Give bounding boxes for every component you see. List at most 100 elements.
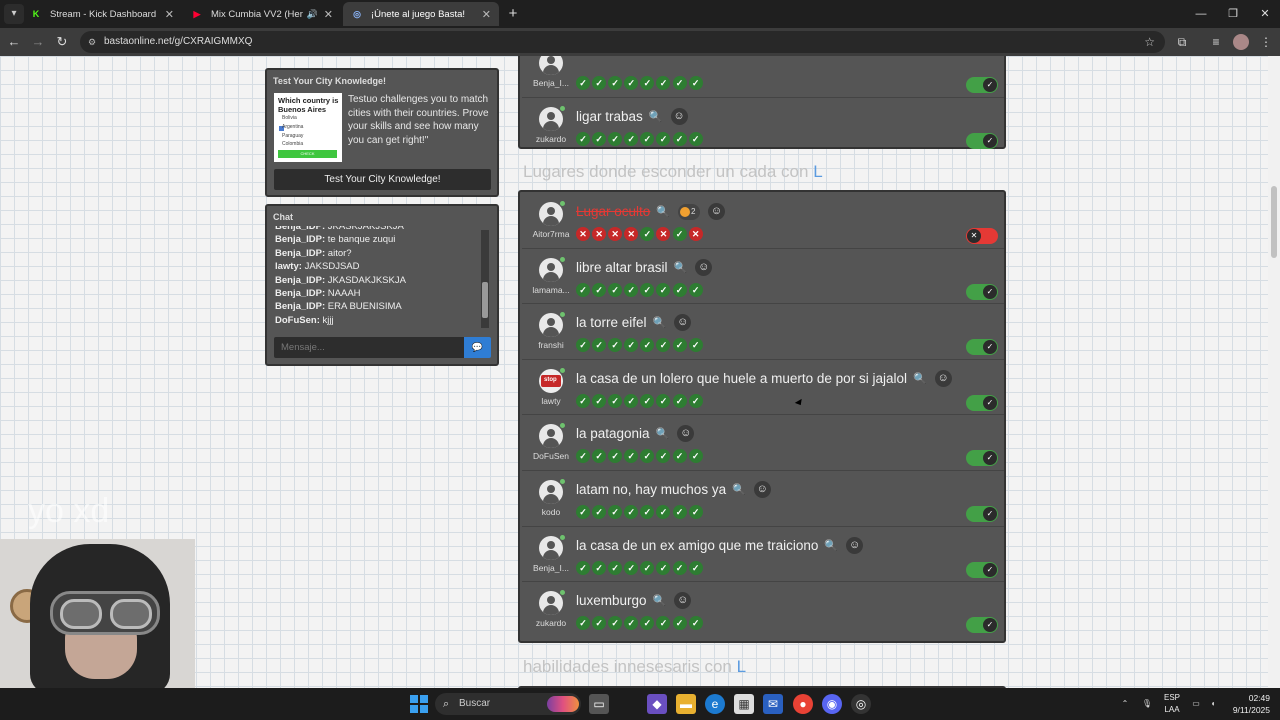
reload-icon[interactable]: ↻ <box>52 32 72 52</box>
validity-toggle[interactable]: ✕ <box>966 228 998 244</box>
tab-close-icon[interactable]: ✕ <box>482 8 491 21</box>
avatar <box>539 591 563 616</box>
bookmark-star-icon[interactable]: ☆ <box>1144 31 1155 53</box>
validity-toggle[interactable]: ✓ <box>966 132 998 149</box>
back-icon[interactable]: ← <box>4 32 24 52</box>
chrome-icon[interactable]: ● <box>793 694 813 714</box>
edge-icon[interactable]: e <box>705 694 725 714</box>
taskbar-search[interactable]: ⌕ Buscar <box>435 693 581 715</box>
browser-menu-icon[interactable]: ⋮ <box>1256 32 1276 52</box>
check-icon: ✓ <box>983 507 997 521</box>
validity-toggle[interactable]: ✓ <box>966 561 998 578</box>
tab-close-icon[interactable]: ✕ <box>324 8 333 21</box>
search-icon[interactable]: 🔍 <box>824 539 838 552</box>
emoji-react-icon[interactable]: ☺ <box>674 592 692 610</box>
validity-toggle[interactable]: ✓ <box>966 339 998 356</box>
vote-approve-icon: ✓ <box>640 505 655 519</box>
validity-toggle[interactable]: ✓ <box>966 394 998 411</box>
task-view-icon[interactable]: ▭ <box>589 694 609 714</box>
url-bar[interactable]: ⚙ bastaonline.net/g/CXRAIGMMXQ ☆ <box>80 31 1165 53</box>
vote-approve-icon: ✓ <box>640 449 655 464</box>
ms-store-icon[interactable]: ▦ <box>734 694 754 714</box>
answer: latam no, hay muchos ya 🔍 ☺ <box>576 481 771 498</box>
browser-tab[interactable]: ◎ ¡Únete al juego Basta! ✕ <box>343 2 499 26</box>
chat-username: Benja_IDP: <box>275 287 326 299</box>
answer: la casa de un lolero que huele a muerto … <box>576 369 952 387</box>
clock-date: 9/11/2025 <box>1232 705 1270 715</box>
search-icon[interactable]: 🔍 <box>653 316 667 329</box>
emoji-react-icon[interactable]: ☺ <box>846 536 864 554</box>
extensions-icon[interactable]: ⧉ <box>1172 32 1192 52</box>
vote-approve-icon: ✓ <box>576 282 590 297</box>
vote-reject-icon: ✕ <box>656 227 671 241</box>
obs-icon[interactable]: ◎ <box>851 694 871 714</box>
tab-close-icon[interactable]: ✕ <box>165 8 174 21</box>
site-info-icon[interactable]: ⚙ <box>88 31 96 53</box>
search-icon[interactable]: 🔍 <box>913 372 927 385</box>
search-icon[interactable]: 🔍 <box>674 261 688 274</box>
vote-approve-icon: ✓ <box>576 616 590 631</box>
minimize-icon[interactable]: — <box>1184 0 1218 28</box>
tray-chevron-icon[interactable]: ⌃ <box>1118 688 1132 720</box>
chat-log[interactable]: Benja_IDP: JKASKJAKJSKJA Benja_IDP: te ba… <box>275 226 475 330</box>
search-icon[interactable]: 🔍 <box>656 205 670 218</box>
new-tab-button[interactable]: + <box>505 4 521 24</box>
chat-text: JKASDAKJKSKJA <box>327 274 406 286</box>
emoji-react-icon[interactable]: ☺ <box>695 258 713 276</box>
chat-message: Benja_IDP: JKASDAKJKSKJA <box>275 274 475 287</box>
validity-toggle[interactable]: ✓ <box>966 283 998 300</box>
profile-avatar[interactable] <box>1233 34 1249 50</box>
emoji-react-icon[interactable]: ☺ <box>677 425 695 443</box>
goggle-lens <box>60 599 102 629</box>
mail-icon[interactable]: ✉ <box>763 694 783 714</box>
tab-audio-icon[interactable]: 🔊 <box>307 9 318 20</box>
media-control-icon[interactable]: ≡ <box>1206 32 1226 52</box>
file-explorer-icon[interactable]: ▬ <box>676 694 696 714</box>
vote-list: ✓ ✓ ✓ ✓ ✓ ✓ ✓ ✓ <box>576 131 705 146</box>
emoji-react-icon[interactable]: ☺ <box>670 107 688 125</box>
vote-approve-icon: ✓ <box>640 282 655 297</box>
window-close-icon[interactable]: ✕ <box>1248 0 1280 28</box>
search-icon[interactable]: 🔍 <box>649 110 663 123</box>
search-icon[interactable]: 🔍 <box>653 594 667 607</box>
validity-toggle[interactable]: ✓ <box>966 506 998 522</box>
page-scrollbar[interactable] <box>1268 56 1280 688</box>
search-icon[interactable]: 🔍 <box>732 483 746 496</box>
maximize-icon[interactable]: ❐ <box>1216 0 1250 28</box>
windows-start-icon[interactable] <box>410 695 428 713</box>
emoji-react-icon[interactable]: ☺ <box>753 481 771 498</box>
volume-icon[interactable]: ◖ <box>1206 688 1220 720</box>
chat-send-button[interactable]: 💬 <box>464 337 491 358</box>
chat-message-input[interactable]: Mensaje... <box>274 337 464 358</box>
ad-cta-button[interactable]: Test Your City Knowledge! <box>274 169 491 190</box>
answer: Lugar oculto 🔍 2 ☺ <box>576 203 726 220</box>
system-clock[interactable]: 02:49 9/11/2025 <box>1228 692 1270 716</box>
microphone-icon[interactable]: 🎙 <box>1140 688 1154 720</box>
vote-approve-icon: ✓ <box>592 338 607 353</box>
validity-toggle[interactable]: ✓ <box>966 77 998 93</box>
chat-scrollbar[interactable] <box>481 230 489 328</box>
discord-icon[interactable]: ◉ <box>822 694 842 714</box>
forward-icon[interactable]: → <box>28 32 48 52</box>
browser-tab[interactable]: ▶ Mix Cumbia VV2 (Heredero 🔊 ✕ <box>183 2 341 26</box>
store-icon[interactable]: ◆ <box>647 694 667 714</box>
validity-toggle[interactable]: ✓ <box>966 617 998 634</box>
tab-search-icon[interactable]: ▾ <box>4 4 24 24</box>
network-icon[interactable]: ▭ <box>1189 688 1203 720</box>
ad-image[interactable]: Which country is Buenos Aires Bolivia Ar… <box>274 93 342 162</box>
browser-tab[interactable]: K Stream - Kick Dashboard ✕ <box>22 2 182 26</box>
emoji-react-icon[interactable]: ☺ <box>934 369 952 387</box>
ad-image-option: Colombia <box>282 141 304 147</box>
vote-approve-icon: ✓ <box>608 616 623 631</box>
search-icon[interactable]: 🔍 <box>656 427 670 440</box>
check-icon: ✓ <box>983 133 997 148</box>
language-indicator[interactable]: ESP LAA <box>1161 692 1183 716</box>
emoji-react-icon[interactable]: ☺ <box>708 203 726 220</box>
validity-toggle[interactable]: ✓ <box>966 450 998 467</box>
page-viewport: Test Your City Knowledge! Which country … <box>0 56 1280 688</box>
tab-title: ¡Únete al juego Basta! <box>371 8 466 20</box>
online-indicator-icon <box>560 312 565 318</box>
vote-approve-icon: ✓ <box>672 393 687 408</box>
answer-text: la casa de un ex amigo que me traiciono <box>576 537 819 553</box>
emoji-react-icon[interactable]: ☺ <box>674 314 692 332</box>
